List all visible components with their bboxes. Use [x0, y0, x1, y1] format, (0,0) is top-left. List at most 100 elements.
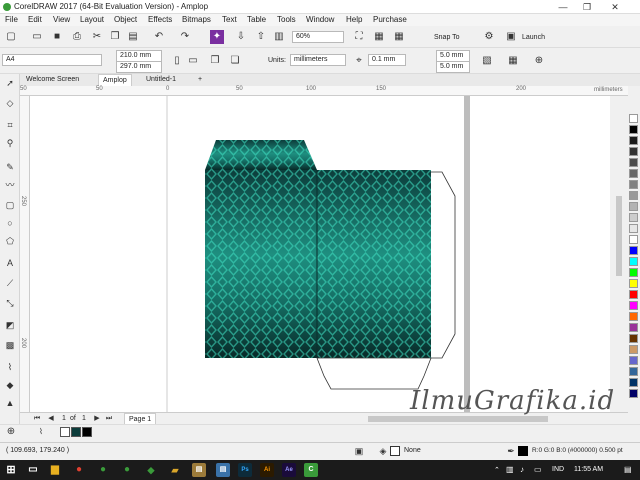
duplicate-y-field[interactable]: 5.0 mm: [436, 61, 470, 73]
import-icon[interactable]: ⇩: [234, 30, 248, 44]
redo-icon[interactable]: ↷: [178, 30, 192, 44]
freehand-tool-icon[interactable]: ✎: [3, 160, 17, 174]
corel-app-icon[interactable]: ●: [120, 463, 134, 477]
parallel-dimension-icon[interactable]: ⟋: [3, 276, 17, 290]
menu-tools[interactable]: Tools: [277, 15, 296, 24]
snap-to-dropdown[interactable]: Snap To: [434, 34, 460, 41]
zoom-level-field[interactable]: 60%: [292, 31, 344, 43]
publish-pdf-icon[interactable]: ▥: [272, 30, 286, 44]
palette-swatch[interactable]: [629, 114, 638, 123]
palette-swatch[interactable]: [629, 334, 638, 343]
menu-file[interactable]: File: [5, 15, 18, 24]
drop-shadow-icon[interactable]: ◩: [3, 318, 17, 332]
portrait-icon[interactable]: ▯: [170, 54, 184, 68]
zoom-tool-icon[interactable]: ⚲: [3, 136, 17, 150]
palette-swatch[interactable]: [629, 378, 638, 387]
palette-swatch[interactable]: [629, 202, 638, 211]
all-pages-icon[interactable]: ❐: [208, 54, 222, 68]
clock[interactable]: 11:55 AM: [574, 466, 603, 473]
menu-layout[interactable]: Layout: [80, 15, 104, 24]
options-icon[interactable]: ▦: [506, 54, 520, 68]
file-explorer-icon[interactable]: ▆: [48, 463, 62, 477]
input-language[interactable]: IND: [552, 466, 564, 473]
launch-dropdown[interactable]: Launch: [522, 34, 545, 41]
page-height-field[interactable]: 297.0 mm: [116, 61, 162, 73]
bottom-flap[interactable]: [316, 357, 432, 390]
interactive-fill-icon[interactable]: ◆: [3, 378, 17, 392]
battery-icon[interactable]: ▭: [534, 465, 542, 474]
connector-tool-icon[interactable]: ⤡: [3, 296, 17, 310]
palette-swatch[interactable]: [629, 224, 638, 233]
tray-chevron-icon[interactable]: ⌃: [494, 466, 500, 474]
menu-object[interactable]: Object: [114, 15, 137, 24]
chrome-icon[interactable]: ●: [72, 463, 86, 477]
tab-welcome-screen[interactable]: Welcome Screen: [22, 74, 83, 86]
horizontal-ruler[interactable]: 50 50 0 50 100 150 200 millimeters: [20, 86, 628, 96]
camtasia-icon[interactable]: C: [304, 463, 318, 477]
menu-view[interactable]: View: [53, 15, 70, 24]
palette-swatch[interactable]: [629, 301, 638, 310]
black-swatch[interactable]: [82, 427, 92, 437]
vertical-scrollbar[interactable]: [612, 96, 626, 412]
palette-swatch[interactable]: [629, 290, 638, 299]
save-icon[interactable]: ■: [50, 30, 64, 44]
fill-swatch[interactable]: [390, 446, 400, 456]
palette-swatch[interactable]: [629, 191, 638, 200]
tab-amplop[interactable]: Amplop: [98, 74, 132, 86]
treat-as-filled-icon[interactable]: ▧: [480, 54, 494, 68]
rulers-icon[interactable]: ▦: [372, 30, 386, 44]
add-tab-button[interactable]: +: [194, 74, 206, 86]
artistic-media-icon[interactable]: 〰: [3, 178, 17, 192]
smart-fill-icon[interactable]: ▲: [3, 396, 17, 410]
text-tool-icon[interactable]: A: [3, 256, 17, 270]
tab-untitled[interactable]: Untitled-1: [142, 74, 180, 86]
notifications-icon[interactable]: ▤: [624, 465, 632, 474]
palette-swatch[interactable]: [629, 158, 638, 167]
outline-swatch[interactable]: [518, 446, 528, 456]
maximize-button[interactable]: ❐: [576, 0, 598, 14]
palette-swatch[interactable]: [629, 147, 638, 156]
transparency-icon[interactable]: ▩: [3, 338, 17, 352]
coreldraw-taskbar-icon[interactable]: ●: [96, 463, 110, 477]
palette-swatch[interactable]: [629, 312, 638, 321]
illustrator-icon[interactable]: Ai: [260, 463, 274, 477]
print-icon[interactable]: ⎙: [70, 30, 84, 44]
vertical-ruler[interactable]: 250 200: [20, 96, 30, 412]
network-icon[interactable]: ▥: [506, 465, 514, 474]
palette-swatch[interactable]: [629, 279, 638, 288]
menu-table[interactable]: Table: [247, 15, 266, 24]
add-color-icon[interactable]: ⊕: [4, 425, 18, 439]
after-effects-icon[interactable]: Ae: [282, 463, 296, 477]
palette-swatch[interactable]: [629, 213, 638, 222]
landscape-icon[interactable]: ▭: [186, 54, 200, 68]
photoshop-icon[interactable]: Ps: [238, 463, 252, 477]
menu-bitmaps[interactable]: Bitmaps: [182, 15, 211, 24]
rectangle-tool-icon[interactable]: ▢: [3, 198, 17, 212]
menu-help[interactable]: Help: [346, 15, 362, 24]
menu-effects[interactable]: Effects: [148, 15, 172, 24]
close-button[interactable]: ✕: [604, 0, 626, 14]
units-select[interactable]: millimeters: [290, 54, 346, 66]
launch-icon[interactable]: ▣: [504, 30, 518, 44]
vertical-scroll-thumb[interactable]: [616, 196, 622, 276]
palette-swatch[interactable]: [629, 268, 638, 277]
corel-connect-icon[interactable]: ✦: [210, 30, 224, 44]
paste-icon[interactable]: ▤: [126, 30, 140, 44]
minimize-button[interactable]: —: [552, 0, 574, 14]
undo-icon[interactable]: ↶: [152, 30, 166, 44]
palette-swatch[interactable]: [629, 169, 638, 178]
shape-tool-icon[interactable]: ◇: [3, 96, 17, 110]
app-icon[interactable]: ▤: [216, 463, 230, 477]
menu-window[interactable]: Window: [306, 15, 334, 24]
windows-start-icon[interactable]: ⊞: [4, 463, 18, 477]
menu-text[interactable]: Text: [222, 15, 237, 24]
side-flap[interactable]: [431, 171, 456, 359]
page-size-select[interactable]: A4: [2, 54, 102, 66]
options-gear-icon[interactable]: ⚙: [482, 30, 496, 44]
nudge-distance-field[interactable]: 0.1 mm: [368, 54, 406, 66]
palette-swatch[interactable]: [629, 180, 638, 189]
menu-purchase[interactable]: Purchase: [373, 15, 407, 24]
full-screen-icon[interactable]: ⛶: [352, 30, 366, 44]
task-view-icon[interactable]: ▭: [26, 463, 40, 477]
palette-swatch[interactable]: [629, 246, 638, 255]
